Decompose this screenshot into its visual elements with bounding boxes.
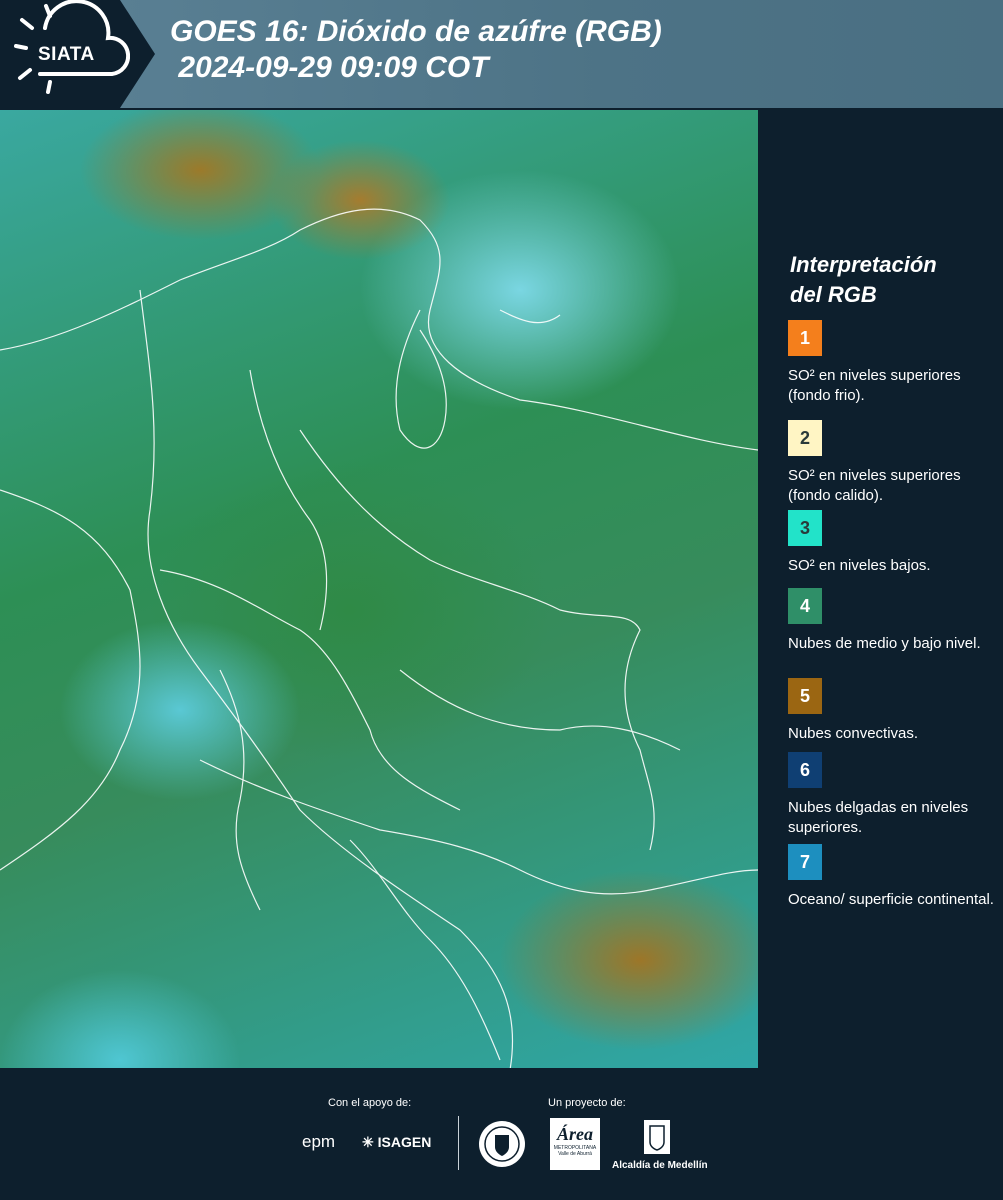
legend-text: SO² en niveles superiores (fondo frio).	[788, 367, 961, 404]
legend-item: 2 SO² en niveles superiores (fondo calido…	[788, 420, 998, 506]
legend-item: 3 SO² en niveles bajos.	[788, 510, 998, 576]
map-borders	[0, 208, 758, 1068]
area-logo-text: Área	[557, 1124, 593, 1144]
legend-swatch: 4	[788, 588, 822, 624]
alcaldia-crest-icon	[644, 1120, 670, 1154]
medellin-seal-icon	[479, 1121, 525, 1167]
footer-divider	[458, 1116, 459, 1170]
title-line-1: GOES 16: Dióxido de azúfre (RGB)	[170, 15, 662, 48]
project-label: Un proyecto de:	[548, 1097, 626, 1109]
legend-item: 6 Nubes delgadas en niveles superiores.	[788, 752, 998, 838]
alcaldia-text: Alcaldía de Medellín	[612, 1160, 708, 1171]
legend-text: Nubes de medio y bajo nivel.	[788, 635, 981, 652]
legend-text: SO² en niveles bajos.	[788, 557, 931, 574]
legend-swatch: 3	[788, 510, 822, 546]
legend-item: 7 Oceano/ superficie continental.	[788, 844, 998, 910]
legend-text: Nubes delgadas en niveles superiores.	[788, 799, 969, 836]
legend-item: 1 SO² en niveles superiores (fondo frio).	[788, 320, 998, 406]
satellite-image	[0, 110, 758, 1068]
title-line-2: 2024-09-29 09:09 COT	[170, 51, 489, 84]
legend-swatch: 5	[788, 678, 822, 714]
legend-item: 5 Nubes convectivas.	[788, 678, 998, 744]
legend-text: Oceano/ superficie continental.	[788, 891, 994, 908]
isagen-icon: ✳	[362, 1134, 374, 1150]
legend-text: Nubes convectivas.	[788, 725, 919, 742]
legend-swatch: 1	[788, 320, 822, 356]
legend-item: 4 Nubes de medio y bajo nivel.	[788, 588, 998, 654]
isagen-logo: ✳ ISAGEN	[362, 1134, 431, 1151]
area-logo-sub2: Valle de Aburrá	[558, 1151, 592, 1157]
area-metropolitana-logo: Área METROPOLITANA Valle de Aburrá	[550, 1118, 600, 1170]
legend-swatch: 7	[788, 844, 822, 880]
epm-logo: epm	[302, 1132, 336, 1151]
legend-title-line-2: del RGB	[790, 282, 877, 307]
isagen-text: ISAGEN	[377, 1134, 432, 1150]
legend-title: Interpretación del RGB	[790, 250, 937, 310]
legend-swatch: 2	[788, 420, 822, 456]
page-title: GOES 16: Dióxido de azúfre (RGB) 2024-09…	[170, 14, 662, 86]
footer: Con el apoyo de: Un proyecto de: epm ✳ I…	[0, 1070, 1003, 1200]
logo-text: SIATA	[38, 44, 95, 65]
legend-text: SO² en niveles superiores (fondo calido)…	[788, 467, 961, 504]
legend-panel: Interpretación del RGB 1 SO² en niveles s…	[760, 110, 1003, 1068]
support-label: Con el apoyo de:	[328, 1097, 412, 1109]
legend-title-line-1: Interpretación	[790, 252, 937, 277]
header: SIATA GOES 16: Dióxido de azúfre (RGB) 2…	[0, 0, 1003, 108]
legend-swatch: 6	[788, 752, 822, 788]
